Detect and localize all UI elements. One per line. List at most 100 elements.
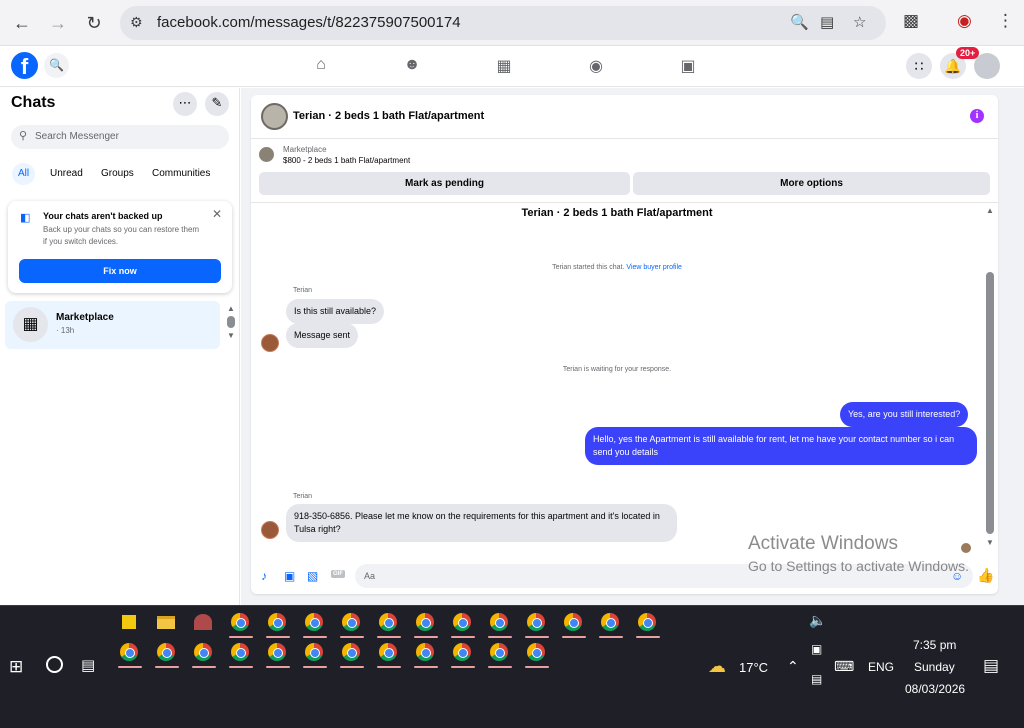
info-icon[interactable]: i <box>970 109 984 123</box>
chrome-icon[interactable] <box>486 640 514 668</box>
incoming-message[interactable]: 918-350-6856. Please let me know on the … <box>286 504 677 542</box>
facebook-logo-icon[interactable]: f <box>11 52 38 79</box>
taskbar-search-icon[interactable] <box>46 656 63 673</box>
gif-icon[interactable]: GIF <box>331 570 345 578</box>
new-message-icon[interactable]: ✎ <box>205 92 229 116</box>
conversation-scrollbar[interactable]: ▲ ▼ <box>985 206 995 549</box>
scroll-thumb[interactable] <box>227 316 235 328</box>
chrome-icon[interactable] <box>597 610 625 638</box>
chrome-icon[interactable] <box>338 610 366 638</box>
view-buyer-profile-link[interactable]: View buyer profile <box>626 264 682 271</box>
sticker-icon[interactable]: ▧ <box>307 569 318 583</box>
volume-icon[interactable]: 🔈 <box>809 612 826 629</box>
scroll-down-icon[interactable]: ▼ <box>227 331 237 340</box>
fix-now-button[interactable]: Fix now <box>19 259 221 283</box>
photo-icon[interactable]: ▣ <box>284 569 295 583</box>
forward-arrow-icon[interactable]: → <box>46 11 70 35</box>
more-options-icon[interactable]: ⋯ <box>173 92 197 116</box>
gaming-icon[interactable]: ▣ <box>678 56 698 76</box>
fb-search-icon[interactable]: 🔍 <box>44 53 69 78</box>
address-bar[interactable]: ⚙ facebook.com/messages/t/82237590750017… <box>120 6 886 40</box>
chrome-icon[interactable] <box>301 640 329 668</box>
app-icon[interactable] <box>190 610 218 638</box>
profile-icon[interactable]: ◉ <box>957 11 972 31</box>
chrome-icon[interactable] <box>375 640 403 668</box>
thumbs-up-icon[interactable]: 👍 <box>977 567 994 584</box>
clock-day[interactable]: Sunday <box>914 660 955 674</box>
chrome-icon[interactable] <box>523 610 551 638</box>
sidebar-scrollbar[interactable]: ▲ ▼ <box>227 304 237 340</box>
more-options-button[interactable]: More options <box>633 172 990 195</box>
menu-grid-icon[interactable]: ∷ <box>906 53 932 79</box>
sender-avatar[interactable] <box>261 521 279 539</box>
chrome-icon[interactable] <box>412 640 440 668</box>
chrome-icon[interactable] <box>634 610 662 638</box>
filter-groups[interactable]: Groups <box>95 163 140 185</box>
mark-as-pending-button[interactable]: Mark as pending <box>259 172 630 195</box>
sender-avatar[interactable] <box>261 334 279 352</box>
listing-price[interactable]: $800 - 2 beds 1 bath Flat/apartment <box>283 156 410 165</box>
temperature[interactable]: 17°C <box>739 660 768 675</box>
chrome-icon[interactable] <box>264 640 292 668</box>
chrome-icon[interactable] <box>116 640 144 668</box>
file-explorer-icon[interactable] <box>153 610 181 638</box>
task-view-icon[interactable]: ▤ <box>81 656 95 674</box>
search-messenger-input[interactable]: ⚲ Search Messenger <box>11 125 229 149</box>
chrome-icon[interactable] <box>486 610 514 638</box>
meet-now-icon[interactable]: ▣ <box>811 642 822 656</box>
bookmark-star-icon[interactable]: ☆ <box>853 13 866 31</box>
keyboard-icon[interactable]: ⌨ <box>834 658 854 675</box>
chevron-up-icon[interactable]: ⌃ <box>787 658 799 675</box>
chrome-icon[interactable] <box>153 640 181 668</box>
clock-time[interactable]: 7:35 pm <box>913 638 956 652</box>
filter-unread[interactable]: Unread <box>44 163 89 185</box>
chrome-icon[interactable] <box>338 640 366 668</box>
microphone-icon[interactable]: ♪ <box>261 569 267 583</box>
filter-communities[interactable]: Communities <box>146 163 216 185</box>
chrome-icon[interactable] <box>227 640 255 668</box>
close-icon[interactable]: ✕ <box>212 207 222 221</box>
outgoing-message[interactable]: Yes, are you still interested? <box>840 402 969 427</box>
reload-icon[interactable]: ↻ <box>82 11 106 35</box>
scroll-up-icon[interactable]: ▲ <box>227 304 237 313</box>
url-text[interactable]: facebook.com/messages/t/822375907500174 <box>157 14 461 31</box>
chrome-icon[interactable] <box>523 640 551 668</box>
chrome-icon[interactable] <box>375 610 403 638</box>
chrome-icon[interactable] <box>190 640 218 668</box>
incoming-message[interactable]: Is this still available? <box>286 299 385 324</box>
weather-icon[interactable]: ☁ <box>708 656 726 677</box>
site-settings-icon[interactable]: ⚙ <box>130 14 143 31</box>
sticky-notes-icon[interactable] <box>116 610 144 638</box>
scroll-down-icon[interactable]: ▼ <box>986 538 994 547</box>
marketplace-icon[interactable]: ▦ <box>494 56 514 76</box>
language-indicator[interactable]: ENG <box>868 660 894 674</box>
contact-avatar[interactable] <box>261 103 288 130</box>
chrome-icon[interactable] <box>227 610 255 638</box>
windows-start-icon[interactable]: ⊞ <box>9 657 23 677</box>
account-avatar[interactable] <box>974 53 1000 79</box>
friends-icon[interactable]: ☻ <box>402 56 422 74</box>
menu-kebab-icon[interactable]: ⋮ <box>997 11 1014 31</box>
network-icon[interactable]: ▤ <box>811 672 822 686</box>
outgoing-message[interactable]: Hello, yes the Apartment is still availa… <box>585 427 977 465</box>
chrome-icon[interactable] <box>412 610 440 638</box>
extensions-icon[interactable]: ▩ <box>903 11 919 31</box>
chrome-icon[interactable] <box>560 610 588 638</box>
chrome-icon[interactable] <box>449 610 477 638</box>
zoom-icon[interactable]: 🔍 <box>790 13 809 31</box>
clock-date[interactable]: 08/03/2026 <box>905 682 965 696</box>
conversation-header-title[interactable]: Terian · 2 beds 1 bath Flat/apartment <box>293 110 484 122</box>
chrome-icon[interactable] <box>449 640 477 668</box>
incoming-message[interactable]: Message sent <box>286 323 359 348</box>
chrome-icon[interactable] <box>264 610 292 638</box>
scroll-up-icon[interactable]: ▲ <box>985 206 995 215</box>
install-app-icon[interactable]: ▤ <box>820 13 834 31</box>
chat-list-item[interactable]: ▦ Marketplace · 13h <box>5 301 220 349</box>
filter-all[interactable]: All <box>12 163 36 185</box>
home-icon[interactable]: ⌂ <box>311 56 331 74</box>
scroll-thumb[interactable] <box>986 272 994 534</box>
chrome-icon[interactable] <box>301 610 329 638</box>
back-arrow-icon[interactable]: ← <box>10 11 34 35</box>
notification-center-icon[interactable]: ▤ <box>983 656 999 676</box>
groups-icon[interactable]: ◉ <box>586 56 606 76</box>
